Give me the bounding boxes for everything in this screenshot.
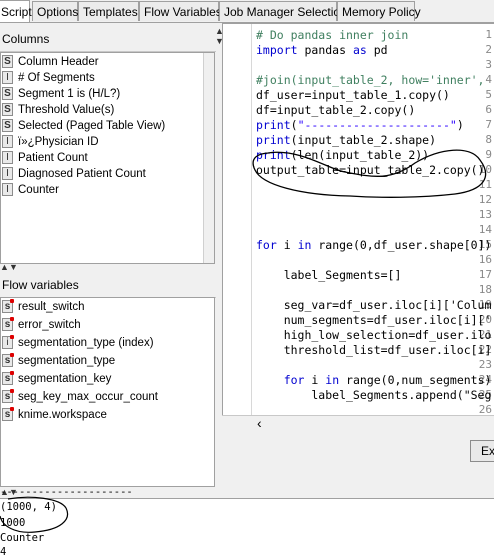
- code-line[interactable]: for i in range(0,num_segments): [256, 373, 492, 387]
- code-line[interactable]: output_table=input_table_2.copy(): [256, 163, 484, 177]
- integer-variable-icon: i: [2, 335, 14, 349]
- line-number-gutter: [223, 24, 252, 433]
- code-line[interactable]: threshold_list=df_user.iloc[i]: [256, 343, 492, 357]
- columns-scrollbar[interactable]: [203, 53, 214, 263]
- split-up-icon[interactable]: ▲: [0, 262, 9, 272]
- columns-title: Columns: [0, 27, 216, 52]
- string-variable-icon: s: [2, 317, 14, 331]
- console-line: Counter: [0, 532, 45, 544]
- tab-templates[interactable]: Templates: [78, 1, 139, 21]
- execute-button[interactable]: Ex: [470, 440, 494, 462]
- left-panel: Columns S Column Header I # Of Segments SS…: [0, 23, 216, 487]
- column-label: # Of Segments: [18, 72, 95, 84]
- tab-options[interactable]: Options: [32, 1, 78, 21]
- line-number: 12: [478, 193, 492, 206]
- string-type-icon: S: [2, 55, 13, 68]
- scroll-left-icon[interactable]: ‹: [257, 415, 262, 431]
- flow-variables-list[interactable]: s result_switch s error_switch i segmentati…: [0, 297, 215, 487]
- column-label: Patient Count: [18, 152, 88, 164]
- code-line[interactable]: print(input_table_2.shape): [256, 133, 436, 147]
- string-variable-icon: s: [2, 371, 14, 385]
- line-number: 2: [485, 43, 492, 56]
- string-type-icon: S: [2, 87, 13, 100]
- editor-horizontal-scrollbar[interactable]: ‹: [222, 415, 494, 434]
- integer-type-icon: I: [2, 183, 13, 196]
- tab-job-manager-selection[interactable]: Job Manager Selection: [219, 1, 347, 21]
- string-type-icon: S: [2, 119, 13, 132]
- code-line[interactable]: #join(input_table_2, how='inner',: [256, 73, 484, 87]
- code-line[interactable]: df=input_table_2.copy(): [256, 103, 415, 117]
- string-variable-icon: s: [2, 407, 14, 421]
- tab-bar: Script Options Templates Flow Variables …: [0, 0, 494, 23]
- code-line[interactable]: print(len(input_table_2)): [256, 148, 429, 162]
- flow-variable-label: error_switch: [18, 319, 81, 331]
- column-label: Threshold Value(s): [18, 104, 115, 116]
- code-line[interactable]: import pandas as pd: [256, 43, 388, 57]
- code-line[interactable]: label_Segments=[]: [256, 268, 402, 282]
- integer-type-icon: I: [2, 151, 13, 164]
- code-line[interactable]: # Do pandas inner join: [256, 28, 408, 42]
- line-number: 16: [478, 253, 492, 266]
- vertical-split-handle[interactable]: ▲ ▼: [0, 262, 216, 272]
- line-number: 5: [485, 88, 492, 101]
- split-down-icon[interactable]: ▼: [9, 262, 18, 272]
- line-number: 6: [485, 103, 492, 116]
- line-number: 17: [478, 268, 492, 281]
- string-variable-icon: s: [2, 299, 14, 313]
- tab-script[interactable]: Script: [0, 0, 32, 22]
- column-label: Column Header: [18, 56, 99, 68]
- flow-variable-label: knime.workspace: [18, 409, 107, 421]
- columns-list[interactable]: S Column Header I # Of Segments S Segment 1…: [0, 52, 215, 264]
- code-line[interactable]: seg_var=df_user.iloc[i]['Colum: [256, 298, 492, 312]
- code-line[interactable]: label_Segments.append("Seg: [256, 388, 491, 402]
- console-line: 1000: [0, 517, 26, 529]
- line-number: 8: [485, 133, 492, 146]
- string-variable-icon: s: [2, 353, 14, 367]
- integer-type-icon: I: [2, 135, 13, 148]
- tab-flow-variables[interactable]: Flow Variables: [139, 1, 222, 21]
- column-label: ï»¿Physician ID: [18, 136, 99, 148]
- code-line[interactable]: num_segments=df_user.iloc[i][': [256, 313, 492, 327]
- tab-memory-policy[interactable]: Memory Policy: [337, 1, 421, 21]
- flow-variable-label: segmentation_type (index): [18, 337, 154, 349]
- line-number: 18: [478, 283, 492, 296]
- line-number: 11: [478, 178, 492, 191]
- console-line: 4: [0, 546, 7, 558]
- code-line[interactable]: for i in range(0,df_user.shape[0]): [256, 238, 491, 252]
- line-number: 23: [478, 358, 492, 371]
- console-line: ---------------------: [0, 486, 133, 498]
- code-line[interactable]: df_user=input_table_1.copy(): [256, 88, 450, 102]
- flow-variable-label: seg_key_max_occur_count: [18, 391, 158, 403]
- column-label: Counter: [18, 184, 59, 196]
- column-label: Segment 1 is (H/L?): [18, 88, 121, 100]
- flow-variable-label: segmentation_type: [18, 355, 116, 367]
- flow-variable-label: result_switch: [18, 301, 85, 313]
- code-line[interactable]: high_low_selection=df_user.ilo: [256, 328, 492, 342]
- string-variable-icon: s: [2, 389, 14, 403]
- code-line[interactable]: print("---------------------"): [256, 118, 464, 132]
- line-number: 14: [478, 223, 492, 236]
- column-label: Diagnosed Patient Count: [18, 168, 146, 180]
- line-number: 7: [485, 118, 492, 131]
- integer-type-icon: I: [2, 71, 13, 84]
- console-output[interactable]: --------------------- (1000, 4) 1000 Cou…: [0, 486, 494, 559]
- line-number: 3: [485, 58, 492, 71]
- console-line: (1000, 4): [0, 501, 57, 513]
- flow-variables-title: Flow variables: [0, 273, 216, 298]
- column-label: Selected (Paged Table View): [18, 120, 166, 132]
- code-editor[interactable]: 1 2 3 4 5 6 7 8 9 10 11 12 13 14 15 16 17 18 19 20 21 22 23 24 2…: [222, 23, 494, 433]
- horizontal-split-handle[interactable]: ▲ ▼: [214, 26, 224, 50]
- integer-type-icon: I: [2, 167, 13, 180]
- flow-variable-label: segmentation_key: [18, 373, 112, 385]
- line-number: 9: [485, 148, 492, 161]
- line-number: 13: [478, 208, 492, 221]
- string-type-icon: S: [2, 103, 13, 116]
- line-number: 1: [485, 28, 492, 41]
